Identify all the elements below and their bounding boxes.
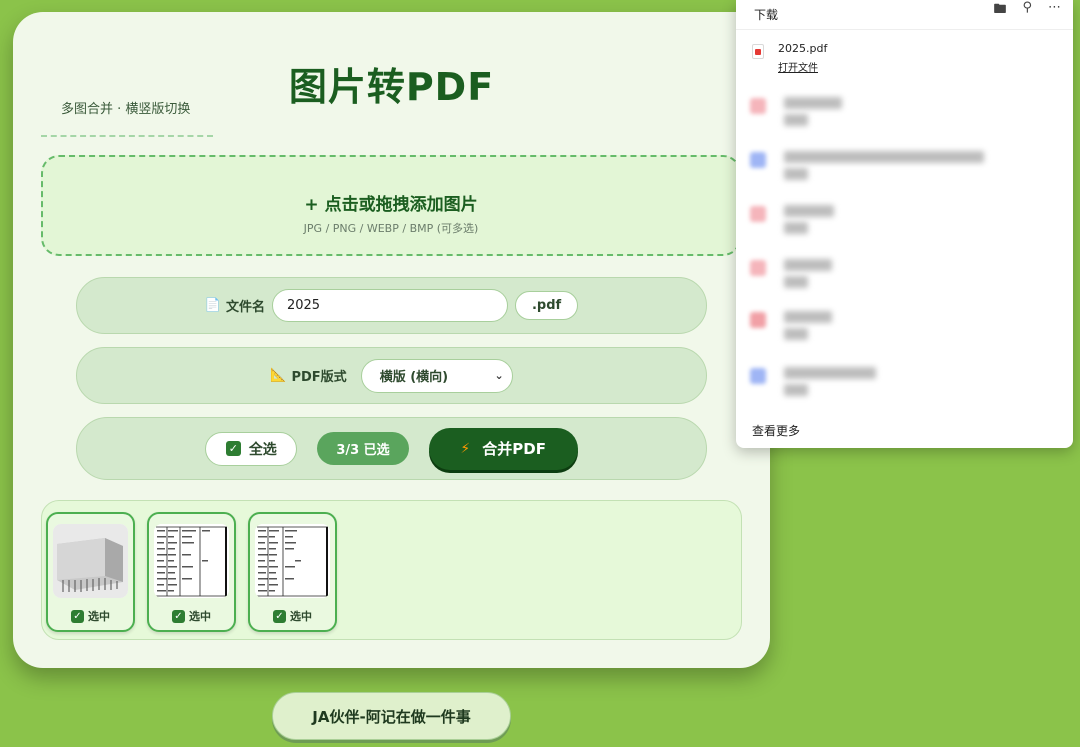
download-file-name: 2025.pdf (778, 42, 828, 55)
thumbnail-image (154, 524, 229, 598)
thumbnail-select[interactable]: ✓ 选中 (250, 608, 335, 624)
search-icon[interactable]: ⚲ (1022, 0, 1032, 18)
merge-pdf-label: 合并PDF (482, 440, 546, 458)
see-more-link[interactable]: 查看更多 (752, 422, 800, 439)
thumbnail-select[interactable]: ✓ 选中 (149, 608, 234, 624)
checkbox-checked-icon: ✓ (71, 609, 84, 623)
file-icon (750, 368, 766, 384)
filename-row: 📄 文件名 2025 .pdf (76, 277, 707, 334)
download-item-redacted (750, 310, 1050, 344)
actions-row: ✓ 全选 3/3 已选 ⚡ 合并PDF (76, 417, 707, 480)
footer-button[interactable]: JA伙伴-阿记在做一件事 (272, 692, 511, 740)
download-item[interactable]: 2025.pdf 打开文件 (750, 42, 1050, 76)
thumbnail-select-label: 选中 (88, 610, 110, 623)
thumbnail-card[interactable]: ✓ 选中 (248, 512, 337, 632)
file-icon (750, 312, 766, 328)
redacted-text (784, 222, 808, 234)
thumbnail-card[interactable]: ✓ 选中 (147, 512, 236, 632)
redacted-text (784, 384, 808, 396)
downloads-toolbar: 🖿 ⚲ ⋯ (993, 0, 1061, 18)
checkbox-checked-icon: ✓ (225, 441, 241, 456)
checkbox-checked-icon: ✓ (273, 609, 286, 623)
dropzone-hint: JPG / PNG / WEBP / BMP (可多选) (303, 222, 479, 235)
filename-input[interactable]: 2025 (271, 289, 508, 322)
page-subtitle: 多图合并 · 横竖版切换 (41, 98, 213, 137)
redacted-text (784, 276, 808, 288)
extension-badge: .pdf (514, 291, 579, 320)
folder-icon[interactable]: 🖿 (993, 0, 1006, 18)
pdf-file-icon (752, 44, 764, 59)
open-file-link[interactable]: 打开文件 (778, 59, 818, 74)
thumbnail-select-label: 选中 (189, 610, 211, 623)
downloads-title: 下载 (754, 8, 779, 22)
redacted-text (784, 114, 808, 126)
selected-count-badge: 3/3 已选 (317, 432, 409, 465)
download-item-redacted (750, 366, 1050, 400)
ruler-triangle-icon: 📐 (270, 368, 287, 383)
format-select-value: 横版 (横向) (379, 370, 449, 385)
download-item-redacted (750, 204, 1050, 238)
redacted-text (784, 259, 832, 271)
more-icon[interactable]: ⋯ (1048, 0, 1061, 18)
thumbnail-select[interactable]: ✓ 选中 (48, 608, 133, 624)
format-label: PDF版式 (291, 370, 347, 385)
redacted-text (784, 168, 808, 180)
thumbnail-image (255, 524, 330, 598)
download-item-redacted (750, 258, 1050, 292)
main-card: 图片转PDF 多图合并 · 横竖版切换 + 点击或拖拽添加图片 JPG / PN… (13, 12, 770, 668)
merge-pdf-button[interactable]: ⚡ 合并PDF (428, 427, 578, 470)
lightning-icon: ⚡ (460, 440, 471, 457)
dropzone-label: + 点击或拖拽添加图片 (304, 195, 478, 215)
select-all-button[interactable]: ✓ 全选 (205, 431, 298, 466)
file-icon (750, 206, 766, 222)
thumbnail-grid: ✓ 选中 ✓ 选中 ✓ 选中 (41, 500, 742, 640)
filename-label-group: 📄 文件名 (205, 296, 265, 315)
filename-label: 文件名 (225, 300, 265, 315)
download-item-redacted (750, 150, 1050, 184)
document-icon: 📄 (204, 298, 221, 313)
redacted-text (784, 97, 842, 109)
redacted-text (784, 367, 876, 379)
thumbnail-select-label: 选中 (290, 610, 312, 623)
download-item-redacted (750, 96, 1050, 130)
file-icon (750, 98, 766, 114)
file-icon (750, 260, 766, 276)
checkbox-checked-icon: ✓ (172, 609, 185, 623)
format-label-group: 📐 PDF版式 (270, 366, 346, 385)
chevron-down-icon: ⌄ (494, 369, 504, 382)
format-row: 📐 PDF版式 横版 (横向) ⌄ (76, 347, 707, 404)
redacted-text (784, 328, 808, 340)
downloads-panel: 下载 🖿 ⚲ ⋯ 2025.pdf 打开文件 查看更多 (736, 0, 1073, 448)
file-icon (750, 152, 766, 168)
image-dropzone[interactable]: + 点击或拖拽添加图片 JPG / PNG / WEBP / BMP (可多选) (41, 155, 741, 256)
redacted-text (784, 205, 834, 217)
thumbnail-card[interactable]: ✓ 选中 (46, 512, 135, 632)
redacted-text (784, 151, 984, 163)
redacted-text (784, 311, 832, 323)
thumbnail-image (53, 524, 128, 598)
select-all-label: 全选 (248, 441, 277, 458)
format-select[interactable]: 横版 (横向) ⌄ (360, 358, 513, 393)
